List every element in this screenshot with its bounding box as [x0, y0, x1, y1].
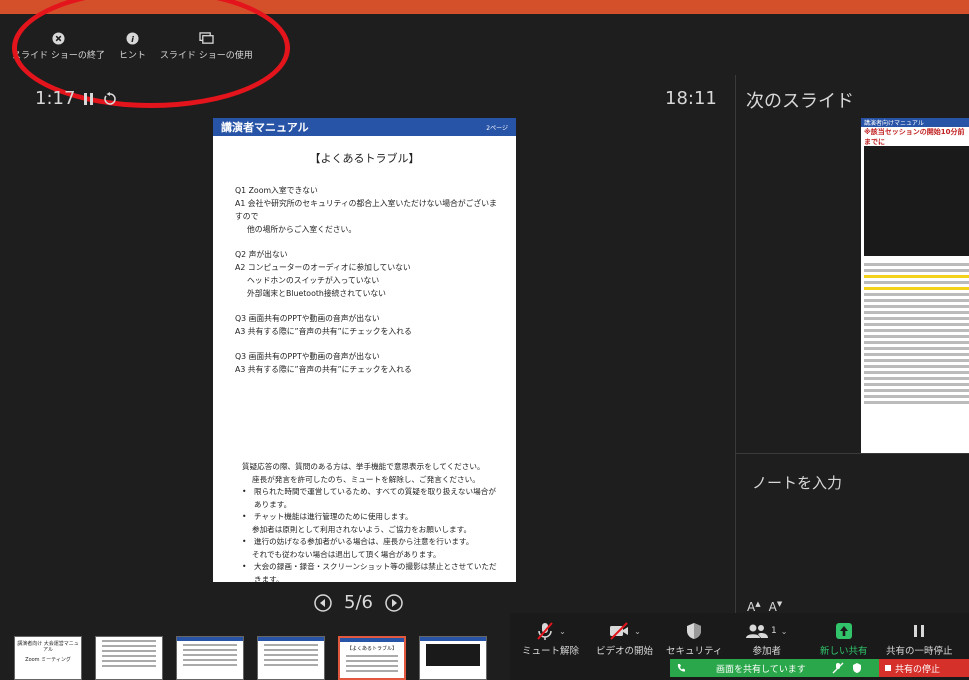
next-slide-subtitle: ※該当セッションの開始10分前までに: [864, 128, 965, 146]
rule-text: 座長が発言を許可したのち、ミュートを解除し、ご発言ください。: [252, 474, 480, 484]
faq-question: Q3 画面共有のPPTや動画の音声が出ない: [235, 352, 380, 361]
thumbnail-1[interactable]: 講演者向け 大会運営マニュアル Zoom ミーティング: [14, 636, 82, 680]
sharing-status-text: 画面を共有しています: [716, 664, 806, 675]
prev-slide-icon[interactable]: [314, 593, 332, 612]
thumbnail-4[interactable]: [257, 636, 325, 680]
current-time: 18:11: [665, 88, 717, 109]
faq-list: Q1 Zoom入室できない A1 会社や研究所のセキュリティの都合上入室いただけ…: [213, 184, 516, 376]
thumbnail-title: 【よくあるトラブル】: [346, 646, 397, 652]
video-off-icon: [610, 622, 629, 640]
faq-item: Q3 画面共有のPPTや動画の音声が出ない A3 共有する際に”音声の共有”にチ…: [235, 312, 498, 338]
font-size-controls: A▲ A▼: [747, 600, 782, 614]
participants-label: 参加者: [752, 646, 781, 657]
participants-count: 1: [771, 626, 777, 636]
faq-answer-cont: 他の場所からご入室ください。: [247, 225, 357, 234]
rule-bullet: 限られた時間で運営しているため、すべての質疑を取り扱えない場合があります。: [242, 486, 502, 511]
next-slide-icon[interactable]: [385, 593, 403, 612]
font-decrease-label: A: [768, 600, 777, 614]
shield-icon: [687, 623, 702, 639]
current-slide: 講演者マニュアル 2ページ 【よくあるトラブル】 Q1 Zoom入室できない A…: [213, 118, 516, 582]
faq-question: Q2 声が出ない: [235, 250, 288, 259]
new-share-label: 新しい共有: [820, 646, 868, 657]
faq-answer: A3 共有する際に”音声の共有”にチェックを入れる: [235, 327, 412, 336]
faq-item: Q3 画面共有のPPTや動画の音声が出ない A3 共有する際に”音声の共有”にチ…: [235, 350, 498, 376]
faq-item: Q2 声が出ない A2 コンピューターのオーディオに参加していない ヘッドホンの…: [235, 248, 498, 300]
participants-button[interactable]: 1 ⌄ 参加者: [746, 619, 787, 657]
faq-answer: A2 コンピューターのオーディオに参加していない: [235, 263, 411, 272]
next-slide-text: [864, 263, 969, 407]
mic-muted-icon: [832, 662, 844, 674]
thumbnail-title: 講演者向け 大会運営マニュアル: [17, 641, 79, 653]
pause-icon: [914, 625, 925, 637]
slide-header: 講演者マニュアル 2ページ: [213, 118, 516, 136]
slide-counter: 5/6: [344, 592, 373, 613]
font-decrease-button[interactable]: A▼: [769, 600, 783, 614]
unmute-label: ミュート解除: [522, 646, 580, 657]
faq-question: Q3 画面共有のPPTや動画の音声が出ない: [235, 314, 380, 323]
stop-share-label: 共有の停止: [895, 664, 941, 675]
chevron-down-icon[interactable]: ⌄: [781, 627, 788, 636]
faq-answer-cont: 外部端末とBluetooth接続されていない: [247, 289, 386, 298]
next-slide-header: 講演者向けマニュアル: [861, 118, 969, 127]
notes-divider: [736, 453, 969, 454]
rule-bullet: 大会の録画・録音・スクリーンショット等の撮影は禁止とさせていただきます。: [242, 561, 502, 582]
thumbnail-6[interactable]: [419, 636, 487, 680]
font-increase-button[interactable]: A▲: [747, 600, 761, 614]
pause-share-button[interactable]: 共有の一時停止: [886, 619, 953, 657]
qa-rules: 質疑応答の際、質問のある方は、挙手機能で意思表示をしてください。 座長が発言を許…: [242, 461, 502, 582]
faq-answer: A3 共有する際に”音声の共有”にチェックを入れる: [235, 365, 412, 374]
pause-icon[interactable]: [83, 92, 95, 106]
thumbnail-2[interactable]: [95, 636, 163, 680]
start-video-button[interactable]: ⌄ ビデオの開始: [596, 619, 653, 657]
next-slide-preview[interactable]: 講演者向けマニュアル ※該当セッションの開始10分前までに: [861, 118, 969, 454]
font-increase-label: A: [747, 600, 756, 614]
slide-header-title: 講演者マニュアル: [221, 121, 309, 134]
next-slide-label: 次のスライド: [746, 91, 854, 112]
notes-input[interactable]: ノートを入力: [752, 472, 842, 493]
thumbnail-3[interactable]: [176, 636, 244, 680]
thumbnail-5[interactable]: 【よくあるトラブル】: [338, 636, 406, 680]
mic-muted-icon: [537, 622, 553, 640]
rule-text: 参加者は原則として利用されないよう、ご協力をお願いします。: [252, 524, 472, 534]
faq-item: Q1 Zoom入室できない A1 会社や研究所のセキュリティの都合上入室いただけ…: [235, 184, 498, 236]
rule-bullet: 進行の妨げなる参加者がいる場合は、座長から注意を行います。: [242, 536, 502, 549]
new-share-button[interactable]: 新しい共有: [820, 619, 868, 657]
chevron-down-icon[interactable]: ⌄: [559, 627, 566, 636]
panel-divider: [735, 75, 736, 615]
share-up-arrow-icon: [835, 623, 852, 639]
rule-bullet: チャット機能は進行管理のために使用します。: [242, 511, 502, 524]
slide-page-tag: 2ページ: [486, 124, 508, 132]
faq-answer-cont: ヘッドホンのスイッチが入っていない: [247, 276, 380, 285]
slide-title: 【よくあるトラブル】: [309, 152, 420, 165]
unmute-button[interactable]: ⌄ ミュート解除: [522, 619, 579, 657]
start-video-label: ビデオの開始: [596, 646, 654, 657]
security-button[interactable]: セキュリティ: [666, 619, 722, 657]
elapsed-timer: 1:17: [35, 88, 117, 109]
phone-icon: [677, 664, 685, 672]
rule-text: それでも従わない場合は退出して頂く場合があります。: [252, 549, 441, 559]
stop-share-button[interactable]: 共有の停止: [879, 659, 969, 677]
rule-text: 質疑応答の際、質問のある方は、挙手機能で意思表示をしてください。: [242, 462, 485, 471]
pause-share-label: 共有の一時停止: [886, 646, 953, 657]
sharing-status-bar: 画面を共有しています: [670, 659, 879, 677]
security-label: セキュリティ: [666, 646, 723, 657]
faq-answer: A1 会社や研究所のセキュリティの都合上入室いただけない場合がございますので: [235, 199, 497, 221]
reset-icon[interactable]: [103, 91, 117, 106]
slide-pager: 5/6: [314, 592, 403, 613]
zoom-screenshot-image: [864, 146, 969, 256]
stop-square-icon: [885, 665, 891, 671]
thumbnail-sub: Zoom ミーティング: [25, 657, 71, 663]
shield-icon: [852, 663, 861, 673]
slide-thumbnails: 講演者向け 大会運営マニュアル Zoom ミーティング 【よくあるトラブル】: [14, 636, 487, 680]
faq-question: Q1 Zoom入室できない: [235, 186, 318, 195]
elapsed-time: 1:17: [35, 88, 76, 109]
chevron-down-icon[interactable]: ⌄: [634, 627, 641, 636]
people-icon: [746, 624, 768, 638]
